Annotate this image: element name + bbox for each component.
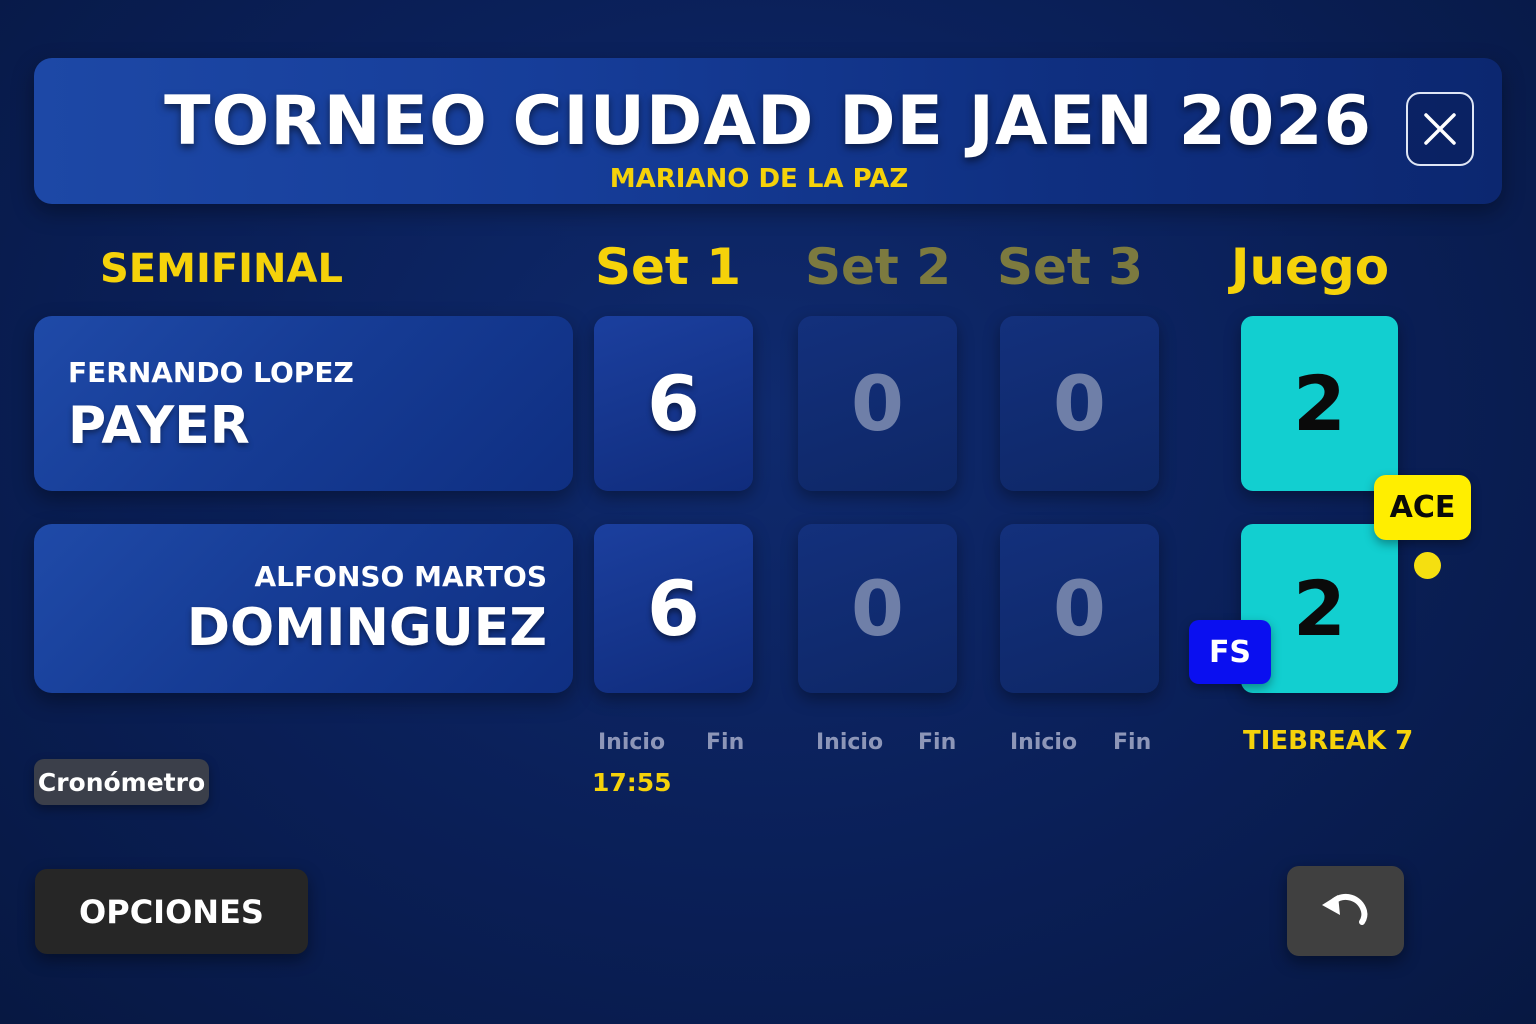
player1-game-score[interactable]: 2	[1241, 316, 1398, 491]
ace-badge[interactable]: ACE	[1374, 475, 1471, 540]
player2-card[interactable]: ALFONSO MARTOS DOMINGUEZ	[34, 524, 573, 693]
set1-header: Set 1	[594, 238, 742, 296]
close-button[interactable]	[1406, 92, 1474, 166]
player1-last-name: PAYER	[68, 396, 250, 456]
player1-set2-score[interactable]: 0	[798, 316, 957, 491]
undo-button[interactable]	[1287, 866, 1404, 956]
player1-card[interactable]: FERNANDO LOPEZ PAYER	[34, 316, 573, 491]
set1-start-time: 17:55	[592, 768, 672, 797]
round-label: SEMIFINAL	[100, 246, 343, 292]
player2-set2-score[interactable]: 0	[798, 524, 957, 693]
player2-set1-score[interactable]: 6	[594, 524, 753, 693]
tiebreak-label: TIEBREAK 7	[1243, 726, 1414, 756]
player2-first-name: ALFONSO MARTOS	[254, 560, 548, 593]
player1-set3-score[interactable]: 0	[1000, 316, 1159, 491]
chronometer-button[interactable]: Cronómetro	[34, 759, 209, 805]
set2-end-label: Fin	[918, 730, 957, 755]
fs-badge[interactable]: FS	[1189, 620, 1271, 684]
player2-last-name: DOMINGUEZ	[186, 598, 547, 658]
player2-set3-score[interactable]: 0	[1000, 524, 1159, 693]
set1-end-label: Fin	[706, 730, 745, 755]
set1-start-label: Inicio	[598, 730, 666, 755]
set2-start-label: Inicio	[816, 730, 884, 755]
serve-indicator	[1414, 552, 1441, 579]
tournament-title: TORNEO CIUDAD DE JAEN 2026	[164, 82, 1372, 161]
tournament-subtitle: MARIANO DE LA PAZ	[609, 164, 909, 194]
close-icon	[1424, 113, 1456, 145]
player1-first-name: FERNANDO LOPEZ	[68, 356, 354, 389]
set2-header: Set 2	[804, 238, 952, 296]
set3-start-label: Inicio	[1010, 730, 1078, 755]
options-button[interactable]: OPCIONES	[35, 869, 308, 954]
player1-set1-score[interactable]: 6	[594, 316, 753, 491]
undo-icon	[1321, 893, 1367, 925]
game-header: Juego	[1230, 238, 1390, 296]
set3-end-label: Fin	[1113, 730, 1152, 755]
set3-header: Set 3	[996, 238, 1144, 296]
